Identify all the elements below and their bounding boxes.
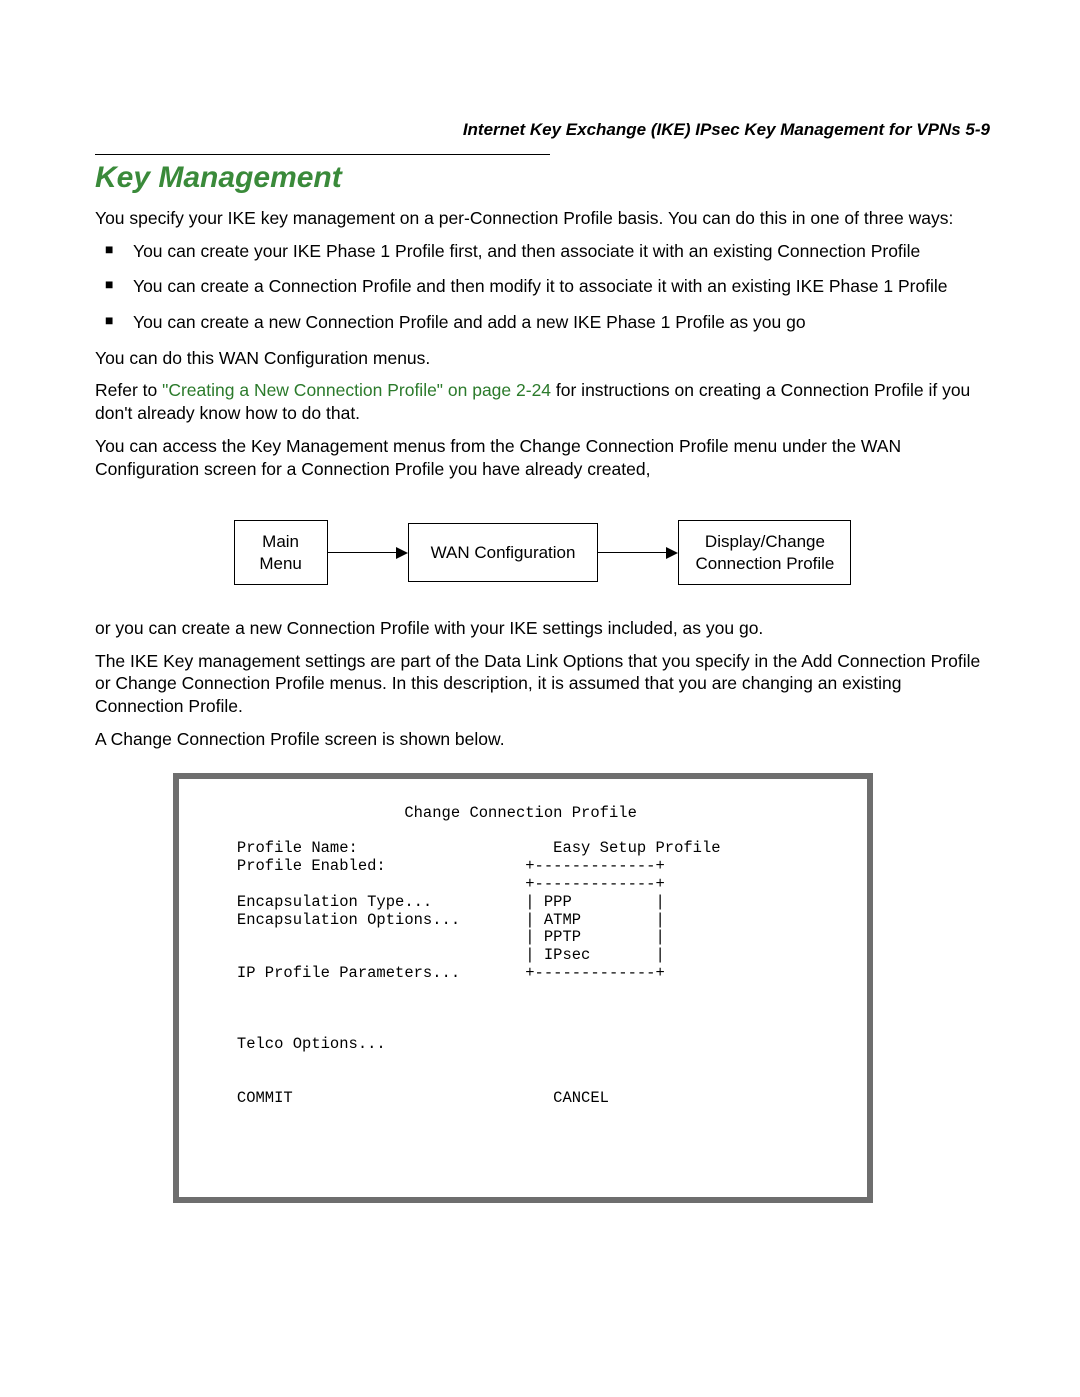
para-intro: You specify your IKE key management on a… <box>95 207 990 230</box>
flow-label: Display/Change <box>705 532 825 551</box>
arrow-icon <box>328 543 408 563</box>
flow-diagram: Main Menu WAN Configuration Display/Chan… <box>95 520 990 585</box>
page: Internet Key Exchange (IKE) IPsec Key Ma… <box>0 0 1080 1303</box>
flow-label: WAN Configuration <box>431 543 576 562</box>
para-or-create: or you can create a new Connection Profi… <box>95 617 990 640</box>
running-header: Internet Key Exchange (IKE) IPsec Key Ma… <box>95 120 990 140</box>
flow-label: Connection Profile <box>695 554 834 573</box>
list-item: You can create your IKE Phase 1 Profile … <box>95 240 990 264</box>
para-ike-settings: The IKE Key management settings are part… <box>95 650 990 718</box>
para-wan: You can do this WAN Configuration menus. <box>95 347 990 370</box>
flow-box-main-menu: Main Menu <box>234 520 328 585</box>
list-item: You can create a new Connection Profile … <box>95 311 990 335</box>
bullet-list: You can create your IKE Phase 1 Profile … <box>95 240 990 335</box>
cross-reference-link[interactable]: "Creating a New Connection Profile" on p… <box>162 380 551 400</box>
flow-box-display-change: Display/Change Connection Profile <box>678 520 851 585</box>
section-title: Key Management <box>95 161 990 195</box>
flow-label: Main <box>262 532 299 551</box>
terminal-screen: Change Connection Profile Profile Name: … <box>173 773 873 1204</box>
flow-label: Menu <box>259 554 302 573</box>
list-item: You can create a Connection Profile and … <box>95 275 990 299</box>
arrow-icon <box>598 543 678 563</box>
para-access: You can access the Key Management menus … <box>95 435 990 481</box>
terminal-wrap: Change Connection Profile Profile Name: … <box>173 773 873 1204</box>
flow-box-wan-config: WAN Configuration <box>408 523 599 582</box>
para-screen-below: A Change Connection Profile screen is sh… <box>95 728 990 751</box>
rule <box>95 154 550 155</box>
text: Refer to <box>95 380 162 400</box>
para-refer: Refer to "Creating a New Connection Prof… <box>95 379 990 425</box>
